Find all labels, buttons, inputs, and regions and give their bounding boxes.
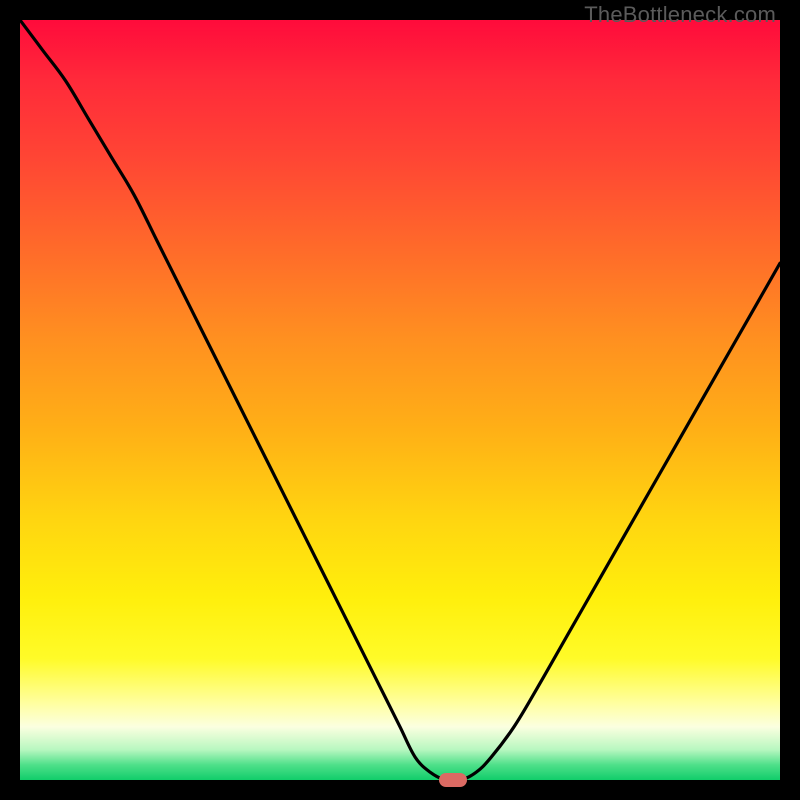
optimum-marker <box>439 773 467 787</box>
chart-frame: TheBottleneck.com <box>0 0 800 800</box>
bottleneck-curve <box>20 20 780 780</box>
curve-svg <box>20 20 780 780</box>
watermark-text: TheBottleneck.com <box>584 2 776 28</box>
plot-area <box>20 20 780 780</box>
